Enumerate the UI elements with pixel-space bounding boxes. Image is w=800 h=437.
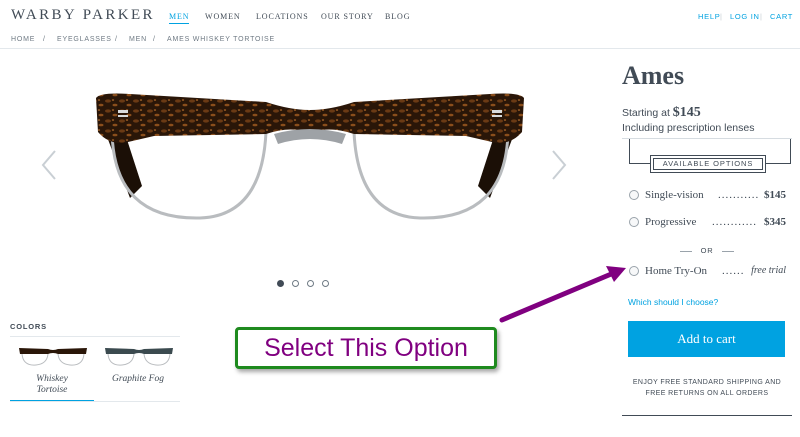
chevron-left-icon: [41, 150, 56, 180]
options-frame: [629, 163, 650, 164]
available-options-label: AVAILABLE OPTIONS: [650, 155, 766, 173]
swatch-label: Whiskey Tortoise: [36, 374, 68, 395]
colors-divider: [10, 401, 180, 402]
carousel-dot[interactable]: [277, 280, 284, 287]
carousel-dot[interactable]: [322, 280, 329, 287]
glasses-thumbnail-icon: [19, 348, 87, 366]
nav-blog[interactable]: BLOG: [385, 12, 410, 21]
annotation-text: Select This Option: [264, 334, 468, 362]
option-progressive[interactable]: Progressive ............ $345: [628, 215, 788, 231]
shipping-note: ENJOY FREE STANDARD SHIPPING AND FREE RET…: [632, 379, 782, 397]
option-price: $145: [764, 189, 786, 201]
util-separator: |: [760, 12, 763, 21]
panel-divider: [622, 138, 792, 139]
color-swatch-whiskey-tortoise[interactable]: Whiskey Tortoise: [10, 340, 94, 402]
option-label: Progressive: [645, 216, 697, 228]
option-label: Single-vision: [645, 189, 704, 201]
logo[interactable]: WARBY PARKER: [11, 7, 155, 24]
site-header: WARBY PARKER MEN WOMEN LOCATIONS OUR STO…: [0, 0, 800, 34]
util-separator: |: [720, 12, 723, 21]
options-frame: [790, 139, 791, 164]
breadcrumb-home[interactable]: HOME: [11, 36, 35, 43]
carousel-dot[interactable]: [292, 280, 299, 287]
next-image-arrow[interactable]: [551, 150, 567, 180]
nav-women[interactable]: WOMEN: [205, 12, 241, 21]
product-image-glasses: [96, 93, 524, 220]
radio-button[interactable]: [629, 217, 639, 227]
breadcrumb-separator: /: [43, 36, 46, 43]
help-link[interactable]: HELP: [698, 12, 720, 21]
header-divider: [0, 48, 800, 49]
colors-divider: [10, 336, 180, 337]
annotation-arrow-icon: [499, 266, 626, 323]
product-title: Ames: [622, 61, 685, 90]
option-home-try-on[interactable]: Home Try-On ...... free trial: [628, 264, 788, 280]
panel-divider: [622, 415, 792, 416]
breadcrumb-current: AMES WHISKEY TORTOISE: [167, 36, 275, 43]
radio-button[interactable]: [629, 190, 639, 200]
breadcrumb-eyeglasses[interactable]: EYEGLASSES: [57, 36, 112, 43]
annotation-callout: Select This Option: [235, 327, 497, 369]
price-note: Including prescription lenses: [622, 122, 755, 134]
option-label: Home Try-On: [645, 265, 708, 277]
option-price: $345: [764, 216, 786, 228]
breadcrumb-separator: /: [153, 36, 156, 43]
cart-link[interactable]: CART: [770, 12, 793, 21]
option-free-trial: free trial: [751, 265, 786, 276]
carousel-dot[interactable]: [307, 280, 314, 287]
option-leader: ......: [722, 265, 745, 277]
nav-locations[interactable]: LOCATIONS: [256, 12, 309, 21]
options-frame: [629, 139, 630, 164]
or-divider: OR: [680, 246, 734, 256]
option-leader: ............: [712, 216, 757, 228]
color-swatch-graphite-fog[interactable]: Graphite Fog: [96, 340, 180, 400]
colors-heading: COLORS: [10, 322, 47, 331]
nav-our-story[interactable]: OUR STORY: [321, 12, 374, 21]
starting-price: Starting at $145: [622, 105, 701, 120]
glasses-thumbnail-icon: [105, 348, 173, 366]
radio-button[interactable]: [629, 266, 639, 276]
add-to-cart-button[interactable]: Add to cart: [628, 321, 785, 357]
nav-men[interactable]: MEN: [169, 12, 190, 24]
which-should-i-choose-link[interactable]: Which should I choose?: [628, 297, 718, 307]
breadcrumb-separator: /: [115, 36, 118, 43]
breadcrumb-men[interactable]: MEN: [129, 36, 147, 43]
prev-image-arrow[interactable]: [41, 150, 57, 180]
option-leader: ...........: [718, 189, 760, 201]
login-link[interactable]: LOG IN: [730, 12, 760, 21]
option-single-vision[interactable]: Single-vision ........... $145: [628, 188, 788, 204]
options-frame: [766, 163, 790, 164]
chevron-right-icon: [552, 150, 567, 180]
swatch-label: Graphite Fog: [112, 374, 164, 384]
